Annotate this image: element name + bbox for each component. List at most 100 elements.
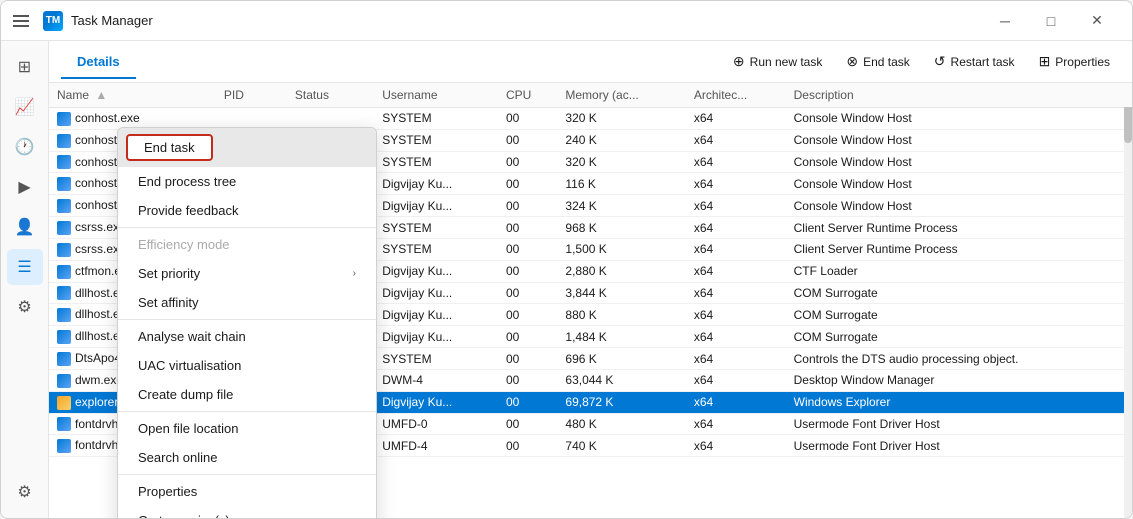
cell-cpu: 00 [498,413,557,435]
close-button[interactable]: ✕ [1074,5,1120,37]
cell-arch: x64 [686,151,786,173]
menu-divider [118,319,376,320]
cell-memory: 1,484 K [557,326,685,348]
context-menu-end-task-button[interactable]: End task [126,134,213,161]
task-manager-window: TM Task Manager ─ □ ✕ ⊞ 📈 🕐 ▶ 👤 ☰ ⚙ ⚙ De… [0,0,1133,519]
properties-button[interactable]: ⊞ Properties [1029,48,1120,75]
cell-memory: 740 K [557,435,685,457]
cell-description: COM Surrogate [786,326,1132,348]
context-menu-item-uac-virtualisation[interactable]: UAC virtualisation [118,351,376,380]
col-name[interactable]: Name ▲ [49,83,216,108]
window-title: Task Manager [71,13,982,28]
maximize-button[interactable]: □ [1028,5,1074,37]
context-menu-item-go-to-service(s)[interactable]: Go to service(s) [118,506,376,518]
col-pid[interactable]: PID [216,83,287,108]
cell-username: Digvijay Ku... [374,326,498,348]
cell-memory: 880 K [557,304,685,326]
minimize-button[interactable]: ─ [982,5,1028,37]
sidebar-item-startup[interactable]: ▶ [7,169,43,205]
restart-task-button[interactable]: ↺ Restart task [924,48,1025,75]
cell-username: SYSTEM [374,238,498,260]
cell-username: SYSTEM [374,217,498,239]
cell-cpu: 00 [498,348,557,370]
cell-arch: x64 [686,435,786,457]
sidebar-item-home[interactable]: ⊞ [7,49,43,85]
context-menu-item-set-affinity[interactable]: Set affinity [118,288,376,317]
cell-description: Usermode Font Driver Host [786,413,1132,435]
cell-cpu: 00 [498,435,557,457]
cell-memory: 63,044 K [557,369,685,391]
cell-arch: x64 [686,260,786,282]
window-controls: ─ □ ✕ [982,5,1120,37]
col-username[interactable]: Username [374,83,498,108]
col-status[interactable]: Status [287,83,374,108]
process-icon [57,439,71,453]
cell-username: SYSTEM [374,108,498,130]
context-menu-item-set-priority[interactable]: Set priority› [118,259,376,288]
cell-description: CTF Loader [786,260,1132,282]
cell-cpu: 00 [498,238,557,260]
cell-cpu: 00 [498,195,557,217]
process-icon [57,352,71,366]
toolbar-actions: ⊕ Run new task ⊗ End task ↺ Restart task… [723,48,1120,75]
process-icon [57,177,71,191]
cell-username: DWM-4 [374,369,498,391]
sidebar-item-users[interactable]: 👤 [7,209,43,245]
cell-memory: 69,872 K [557,391,685,413]
cell-cpu: 00 [498,391,557,413]
context-menu-item-provide-feedback[interactable]: Provide feedback [118,196,376,225]
cell-description: Windows Explorer [786,391,1132,413]
process-icon [57,221,71,235]
end-task-icon: ⊗ [846,53,858,70]
cell-description: COM Surrogate [786,282,1132,304]
hamburger-menu-icon[interactable] [13,11,33,31]
cell-memory: 2,880 K [557,260,685,282]
cell-arch: x64 [686,304,786,326]
cell-arch: x64 [686,108,786,130]
process-icon [57,134,71,148]
sidebar-item-details[interactable]: ☰ [7,249,43,285]
run-new-task-button[interactable]: ⊕ Run new task [723,48,832,75]
sidebar-item-performance[interactable]: 📈 [7,89,43,125]
menu-divider [118,474,376,475]
tab-details[interactable]: Details [61,46,136,79]
col-memory[interactable]: Memory (ac... [557,83,685,108]
end-task-toolbar-button[interactable]: ⊗ End task [836,48,919,75]
app-icon: TM [43,11,63,31]
cell-memory: 3,844 K [557,282,685,304]
cell-cpu: 00 [498,129,557,151]
cell-arch: x64 [686,217,786,239]
cell-memory: 320 K [557,151,685,173]
cell-description: Console Window Host [786,108,1132,130]
process-icon [57,155,71,169]
context-menu-item-end-process-tree[interactable]: End process tree [118,167,376,196]
cell-description: Desktop Window Manager [786,369,1132,391]
process-icon [57,330,71,344]
cell-memory: 320 K [557,108,685,130]
cell-memory: 240 K [557,129,685,151]
context-menu-item-properties[interactable]: Properties [118,477,376,506]
col-arch[interactable]: Architec... [686,83,786,108]
cell-username: Digvijay Ku... [374,304,498,326]
cell-arch: x64 [686,369,786,391]
process-icon [57,265,71,279]
sidebar-item-services[interactable]: ⚙ [7,289,43,325]
cell-description: Console Window Host [786,195,1132,217]
col-cpu[interactable]: CPU [498,83,557,108]
context-menu-item-analyse-wait-chain[interactable]: Analyse wait chain [118,322,376,351]
cell-cpu: 00 [498,173,557,195]
cell-memory: 696 K [557,348,685,370]
sidebar-item-history[interactable]: 🕐 [7,129,43,165]
cell-cpu: 00 [498,108,557,130]
context-menu-item-search-online[interactable]: Search online [118,443,376,472]
process-icon [57,308,71,322]
context-menu-item-create-dump-file[interactable]: Create dump file [118,380,376,409]
scrollbar-track[interactable] [1124,83,1132,518]
run-new-task-icon: ⊕ [733,53,745,70]
content-area: Details ⊕ Run new task ⊗ End task ↺ Rest… [49,41,1132,518]
sidebar-item-settings[interactable]: ⚙ [7,474,43,510]
context-menu-item-open-file-location[interactable]: Open file location [118,414,376,443]
cell-cpu: 00 [498,260,557,282]
col-description[interactable]: Description [786,83,1132,108]
context-menu[interactable]: End task End process treeProvide feedbac… [117,127,377,518]
